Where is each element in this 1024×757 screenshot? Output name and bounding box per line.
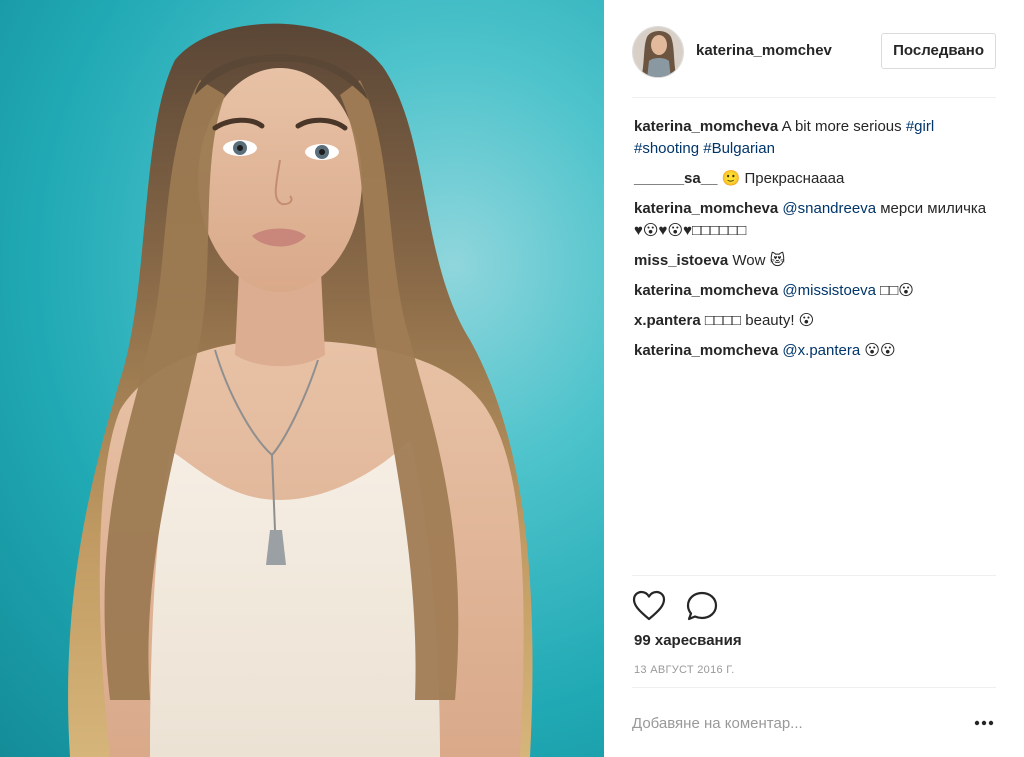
comment-username[interactable]: katerina_momcheva <box>634 200 778 217</box>
add-comment-bar <box>632 687 996 757</box>
following-button[interactable]: Последвано <box>881 33 996 69</box>
post-author-username[interactable]: katerina_momchev <box>696 42 832 59</box>
comment-item: katerina_momcheva @x.pantera 😮😮 <box>634 340 998 362</box>
avatar[interactable] <box>632 26 684 78</box>
comment-username[interactable]: x.pantera <box>634 312 701 329</box>
comment-item: katerina_momcheva @snandreeva мерси мили… <box>634 198 998 242</box>
post-header: katerina_momchev Последвано <box>632 22 996 98</box>
comment-username[interactable]: miss_istoeva <box>634 252 728 269</box>
more-options-icon[interactable] <box>974 714 994 732</box>
hashtag-link[interactable]: #Bulgarian <box>703 140 775 157</box>
mention-link[interactable]: @snandreeva <box>782 200 876 217</box>
post-details-panel: katerina_momchev Последвано katerina_mom… <box>604 0 1024 757</box>
comment-text: 😮😮 <box>860 342 896 359</box>
hashtag-link[interactable]: #shooting <box>634 140 699 157</box>
mention-link[interactable]: @missistoeva <box>782 282 876 299</box>
comment-text: □□😮 <box>876 282 914 299</box>
portrait-illustration <box>68 23 533 757</box>
action-icons <box>632 590 736 622</box>
comment-bubble-icon[interactable] <box>686 590 720 622</box>
comment-item: miss_istoeva Wow 😻 <box>634 250 998 272</box>
comment-username[interactable]: katerina_momcheva <box>634 282 778 299</box>
comment-text: 🙂 Прекраснаааа <box>721 170 845 187</box>
comment-item: x.pantera □□□□ beauty! 😮 <box>634 310 998 332</box>
comments-list: katerina_momcheva A bit more serious #gi… <box>634 116 998 370</box>
comment-input[interactable] <box>632 710 952 736</box>
comment-text: Wow 😻 <box>732 252 786 269</box>
comment-username[interactable]: ______sa__ <box>634 170 717 187</box>
comment-text: □□□□ beauty! 😮 <box>704 312 815 329</box>
comment-item: ______sa__ 🙂 Прекраснаааа <box>634 168 998 190</box>
post-photo[interactable] <box>0 0 604 757</box>
comment-text: A bit more serious <box>781 118 906 135</box>
comment-username[interactable]: katerina_momcheva <box>634 342 778 359</box>
mention-link[interactable]: @x.pantera <box>782 342 860 359</box>
comment-item: katerina_momcheva @missistoeva □□😮 <box>634 280 998 302</box>
heart-icon[interactable] <box>632 590 666 622</box>
comment-username[interactable]: katerina_momcheva <box>634 118 778 135</box>
hashtag-link[interactable]: #girl <box>906 118 934 135</box>
post-date: 13 АВГУСТ 2016 Г. <box>634 664 735 676</box>
comment-item: katerina_momcheva A bit more serious #gi… <box>634 116 998 160</box>
post-actions: 99 харесвания 13 АВГУСТ 2016 Г. <box>632 575 996 687</box>
like-count[interactable]: 99 харесвания <box>634 632 742 649</box>
